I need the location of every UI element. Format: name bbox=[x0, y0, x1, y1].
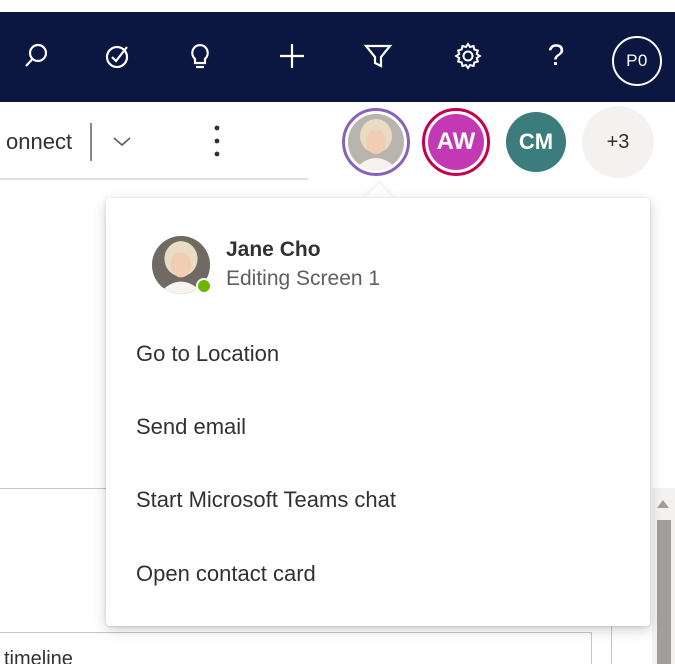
command-separator bbox=[90, 123, 93, 161]
scrollbar-thumb[interactable] bbox=[657, 520, 671, 664]
command-bar-divider bbox=[0, 178, 308, 180]
collaborator-avatar-cm[interactable]: CM bbox=[506, 112, 566, 172]
menu-item-send-email[interactable]: Send email bbox=[136, 407, 246, 447]
help-glyph: ? bbox=[547, 39, 565, 72]
collaborator-callout: Jane Cho Editing Screen 1 Go to Location… bbox=[106, 198, 650, 626]
user-initials: P0 bbox=[626, 51, 648, 70]
command-bar: onnect bbox=[0, 112, 142, 172]
collaborator-avatar-jane[interactable] bbox=[342, 108, 410, 176]
persona-name: Jane Cho bbox=[226, 238, 321, 261]
timeline-label: timeline bbox=[4, 648, 73, 664]
task-icon[interactable] bbox=[96, 34, 140, 78]
chevron-down-icon[interactable] bbox=[102, 122, 142, 162]
gear-icon[interactable] bbox=[446, 34, 490, 78]
persona-status: Editing Screen 1 bbox=[226, 267, 381, 290]
menu-item-open-contact-card[interactable]: Open contact card bbox=[136, 554, 316, 594]
timeline-section bbox=[0, 632, 592, 664]
aw-initials: AW bbox=[428, 114, 484, 170]
more-collaborators-button[interactable]: +3 bbox=[582, 106, 654, 178]
collaborator-avatar-aw[interactable]: AW bbox=[422, 108, 490, 176]
presence-available-icon bbox=[196, 278, 212, 294]
scroll-up-arrow-icon[interactable] bbox=[654, 496, 672, 512]
persona-avatar bbox=[152, 236, 212, 294]
top-navigation-bar: ? P0 bbox=[0, 12, 675, 102]
help-icon[interactable]: ? bbox=[534, 34, 578, 78]
menu-item-go-to-location[interactable]: Go to Location bbox=[136, 334, 279, 374]
cm-initials: CM bbox=[518, 129, 554, 154]
connect-button[interactable]: onnect bbox=[0, 129, 72, 155]
app-window: ? P0 onnect AW CM +3 timeline Jane Cho E… bbox=[0, 0, 675, 664]
more-options-icon[interactable] bbox=[202, 118, 232, 164]
jane-photo bbox=[348, 114, 404, 170]
lightbulb-icon[interactable] bbox=[178, 34, 222, 78]
filter-icon[interactable] bbox=[356, 34, 400, 78]
user-account-avatar[interactable]: P0 bbox=[612, 36, 662, 86]
persona-card: Jane Cho Editing Screen 1 bbox=[152, 236, 380, 294]
search-icon[interactable] bbox=[14, 34, 58, 78]
menu-item-start-teams-chat[interactable]: Start Microsoft Teams chat bbox=[136, 480, 396, 520]
overflow-count: +3 bbox=[606, 130, 630, 153]
plus-icon[interactable] bbox=[270, 34, 314, 78]
persona-details: Jane Cho Editing Screen 1 bbox=[226, 236, 380, 294]
